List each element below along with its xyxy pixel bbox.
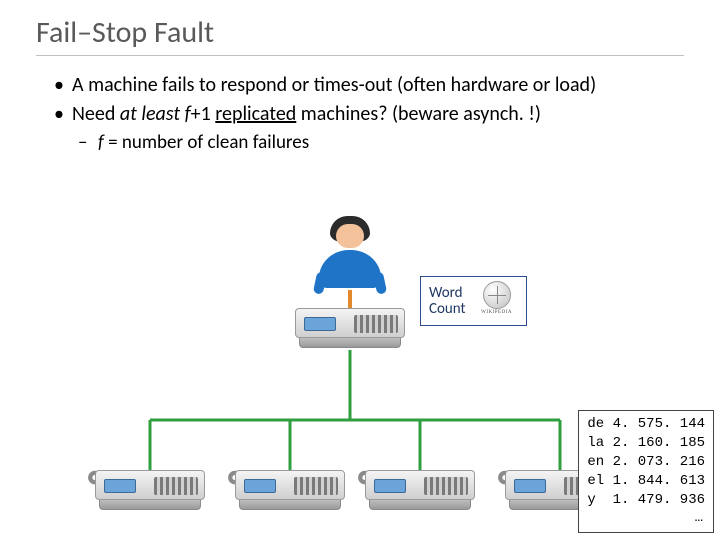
result-row: de 4. 575. 144	[587, 415, 705, 434]
user-avatar	[314, 216, 386, 294]
bullet-2-seg-b: at least	[120, 102, 180, 126]
bullet-2-seg-f: replicated	[215, 102, 296, 126]
bullet-1-text: A machine fails to respond or times-out …	[72, 73, 596, 97]
bullet-2-seg-g: machines? (beware asynch. !)	[296, 102, 541, 126]
task-label: WordCount WIKIPEDIA	[420, 276, 527, 326]
server-worker-3	[365, 470, 475, 516]
server-worker-1	[95, 470, 205, 516]
bullet-2: Need at least f+1 replicated machines? (…	[54, 101, 690, 128]
result-row: el 1. 844. 613	[587, 472, 705, 491]
bullet-2-seg-a: Need	[72, 102, 120, 126]
bullet-2-sub-b: = number of clean failures	[104, 131, 309, 154]
bullet-2-seg-e: +1	[191, 102, 216, 126]
results-box: de 4. 575. 144 la 2. 160. 185 en 2. 073.…	[578, 410, 714, 533]
wikipedia-caption: WIKIPEDIA	[481, 310, 512, 315]
slide-title: Fail–Stop Fault	[0, 0, 720, 55]
result-row: y 1. 479. 936	[587, 491, 705, 510]
task-label-text: WordCount	[429, 285, 466, 318]
diagram: WordCount WIKIPEDIA de 4. 5	[0, 210, 720, 540]
bullet-1: A machine fails to respond or times-out …	[54, 72, 690, 99]
result-row: la 2. 160. 185	[587, 434, 705, 453]
wikipedia-globe-icon: WIKIPEDIA	[476, 281, 518, 321]
server-master	[295, 308, 405, 354]
server-icon	[295, 308, 405, 338]
title-rule	[36, 55, 684, 56]
result-row: en 2. 073. 216	[587, 453, 705, 472]
server-worker-2	[235, 470, 345, 516]
bullet-list: A machine fails to respond or times-out …	[0, 66, 720, 156]
bullet-2-sub: f = number of clean failures	[54, 130, 690, 156]
result-ellipsis: …	[587, 509, 705, 528]
